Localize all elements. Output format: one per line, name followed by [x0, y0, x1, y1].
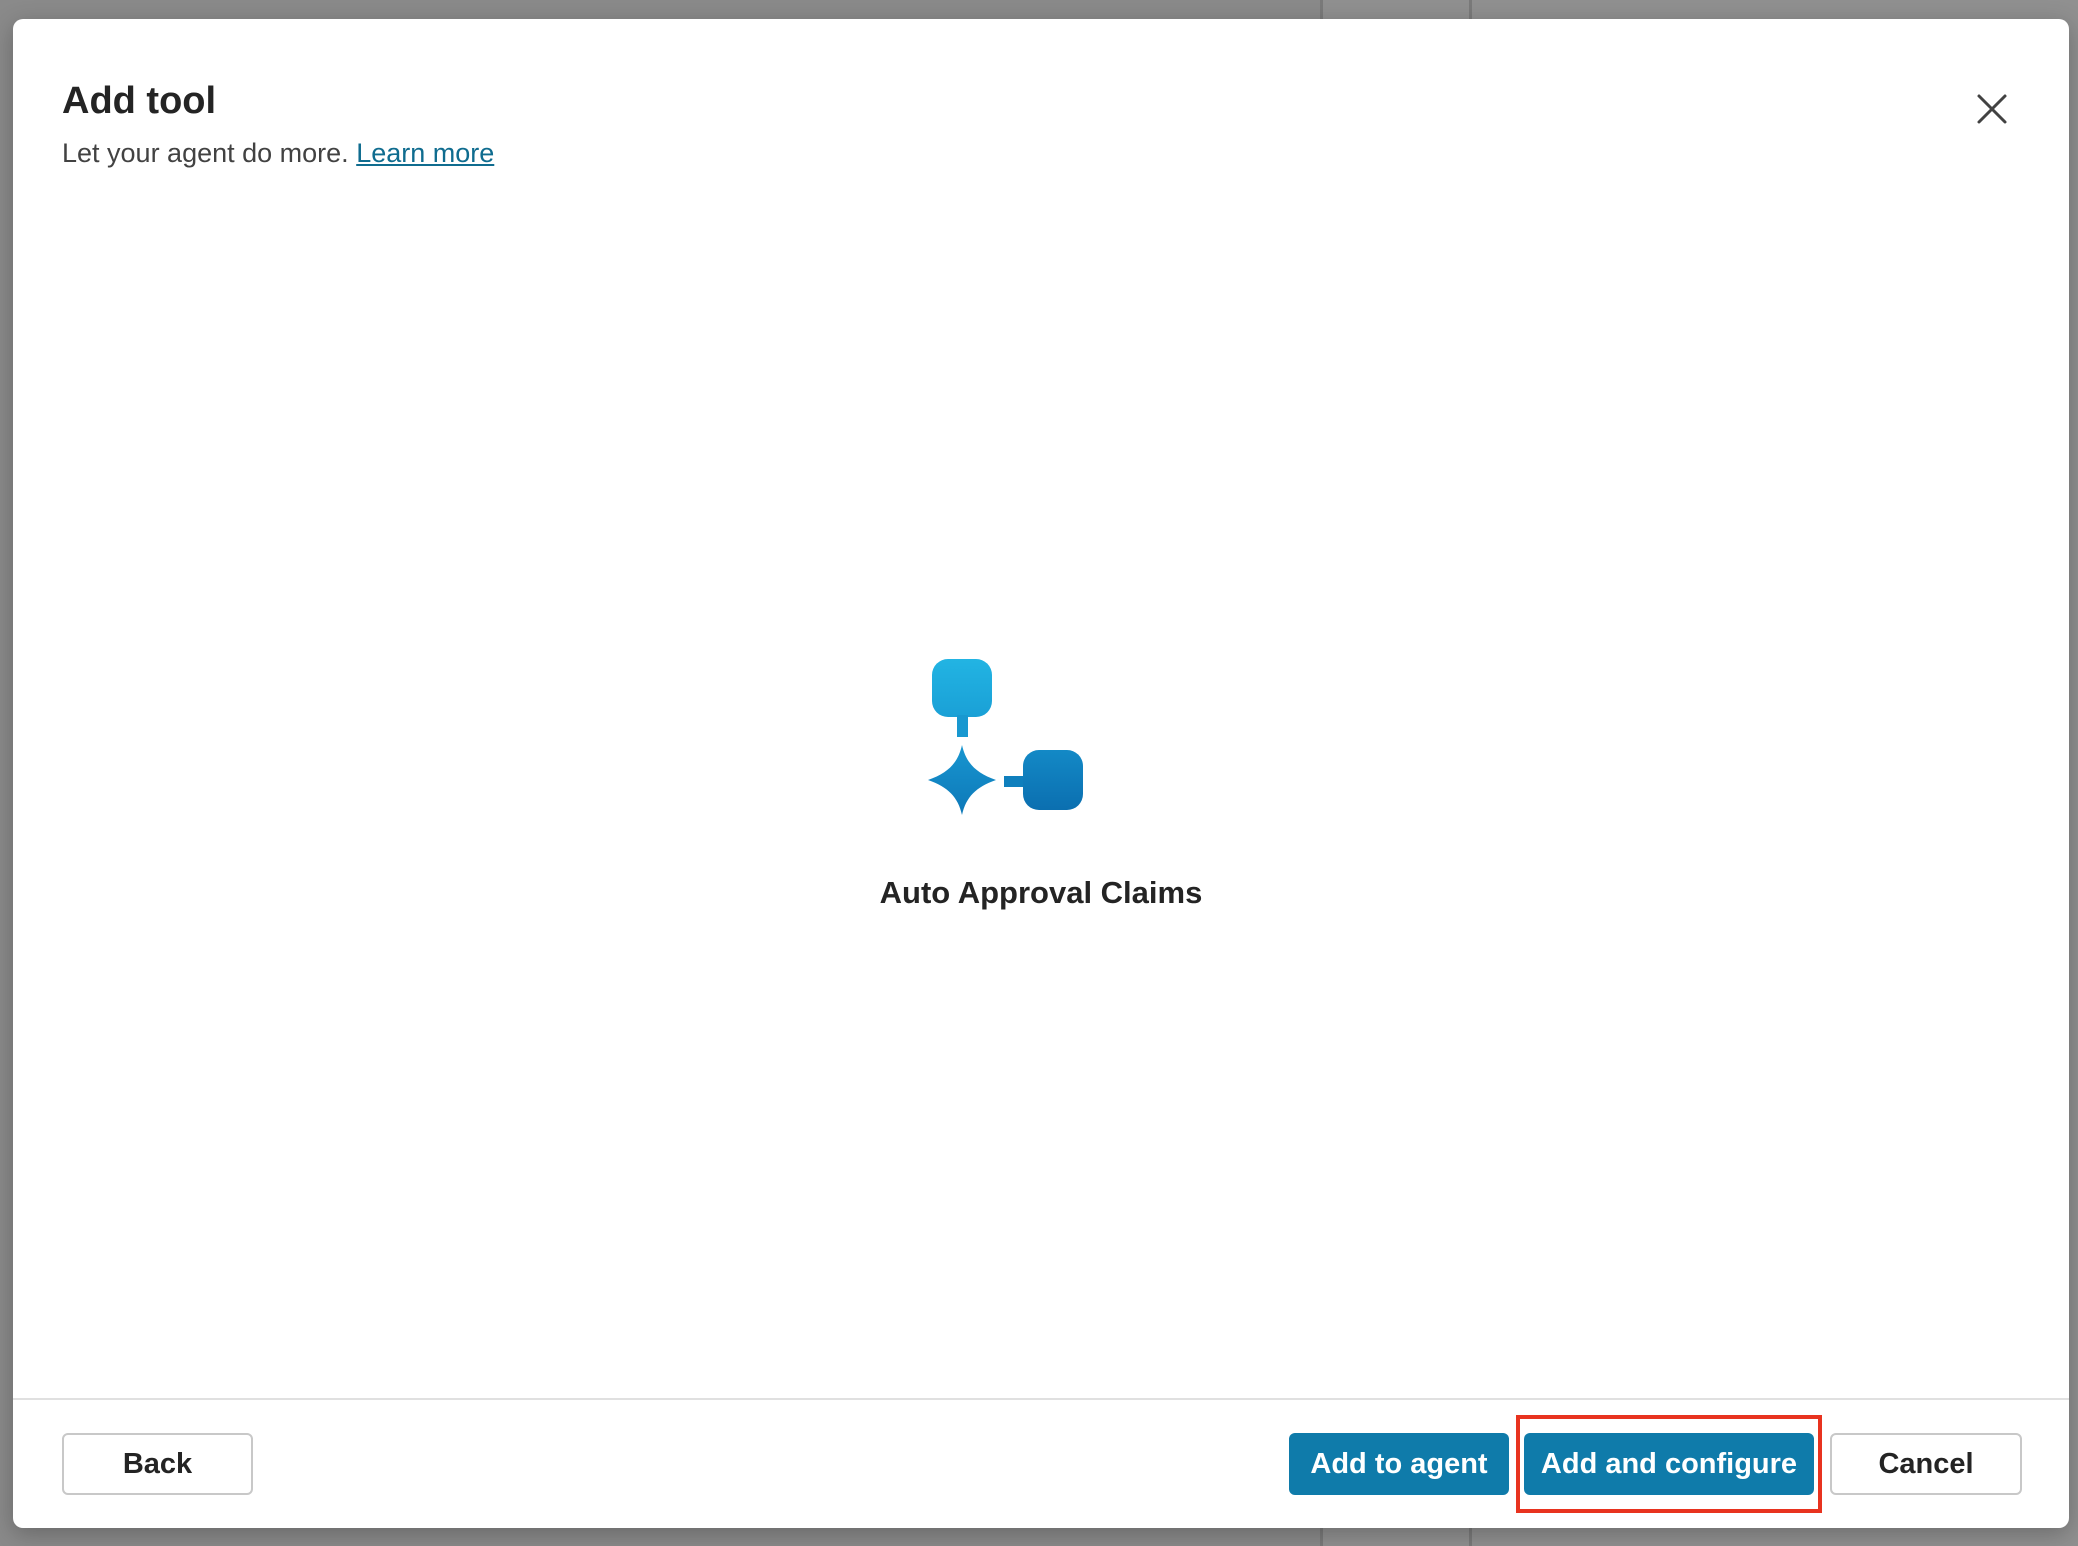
dialog-title: Add tool [62, 80, 217, 122]
footer-divider [13, 1398, 2069, 1400]
subtitle-text: Let your agent do more. [62, 138, 349, 168]
add-tool-dialog: Add tool Let your agent do more. Learn m… [13, 19, 2069, 1528]
tool-name: Auto Approval Claims [879, 875, 1203, 910]
learn-more-link[interactable]: Learn more [356, 138, 494, 168]
close-icon [1977, 94, 2007, 124]
back-button[interactable]: Back [62, 1433, 253, 1495]
connector-sparkle-icon [928, 659, 1083, 815]
dialog-subtitle: Let your agent do more. Learn more [62, 135, 494, 171]
close-button[interactable] [1966, 83, 2018, 135]
tool-preview [13, 659, 2069, 829]
cancel-button[interactable]: Cancel [1830, 1433, 2022, 1495]
add-to-agent-button[interactable]: Add to agent [1289, 1433, 1509, 1495]
add-and-configure-button[interactable]: Add and configure [1524, 1433, 1814, 1495]
